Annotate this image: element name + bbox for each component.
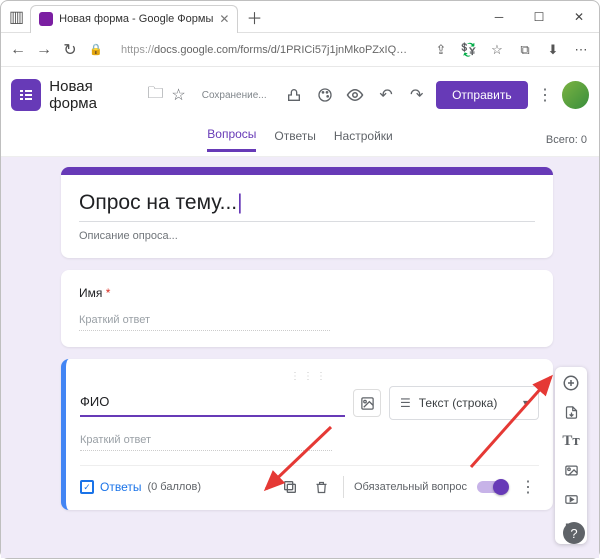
add-photo-button[interactable] — [561, 460, 581, 480]
required-asterisk: * — [106, 286, 111, 300]
downloads-icon[interactable]: ⬇ — [543, 40, 563, 60]
question-title: Имя * — [79, 286, 535, 300]
question-card-1[interactable]: Имя * Краткий ответ — [61, 270, 553, 347]
import-questions-button[interactable] — [561, 402, 581, 422]
form-header-card[interactable]: Опрос на тему... Описание опроса... — [61, 167, 553, 258]
undo-icon[interactable]: ↶ — [375, 83, 398, 107]
preview-icon[interactable] — [344, 83, 367, 107]
duplicate-icon[interactable] — [279, 476, 301, 498]
send-button[interactable]: Отправить — [436, 81, 528, 109]
short-answer-placeholder: Краткий ответ — [80, 434, 332, 451]
pin-icon[interactable]: ☆ — [487, 40, 507, 60]
browser-tab[interactable]: Новая форма - Google Формы ✕ — [30, 5, 238, 33]
back-button[interactable]: ← — [9, 41, 27, 59]
add-video-button[interactable] — [561, 489, 581, 509]
chevron-down-icon: ▾ — [523, 398, 528, 409]
short-answer-placeholder: Краткий ответ — [79, 314, 330, 331]
check-icon: ✓ — [80, 480, 94, 494]
collections-icon[interactable]: ⧉ — [515, 40, 535, 60]
add-image-icon[interactable] — [353, 389, 381, 417]
add-question-button[interactable] — [561, 373, 581, 393]
form-filename[interactable]: Новая форма — [49, 78, 139, 112]
question-type-select[interactable]: ☰ Текст (строка) ▾ — [389, 386, 539, 420]
question-toolbar: Tᴛ — [555, 367, 587, 544]
more-button[interactable]: ⋮ — [536, 85, 555, 105]
forward-button[interactable]: → — [35, 41, 53, 59]
question-type-label: Текст (строка) — [419, 396, 498, 410]
forms-favicon — [39, 12, 53, 26]
tab-questions[interactable]: Вопросы — [207, 127, 256, 152]
redo-icon[interactable]: ↷ — [405, 83, 428, 107]
help-button[interactable]: ? — [563, 522, 585, 544]
tabs-icon[interactable]: ▥ — [9, 7, 24, 27]
tab-responses[interactable]: Ответы — [274, 129, 315, 151]
question-title-input[interactable] — [80, 390, 345, 417]
saving-status: Сохранение... — [202, 90, 267, 101]
star-icon[interactable]: ☆ — [171, 85, 185, 105]
delete-icon[interactable] — [311, 476, 333, 498]
tab-settings[interactable]: Настройки — [334, 129, 393, 151]
add-title-button[interactable]: Tᴛ — [561, 431, 581, 451]
tab-title: Новая форма - Google Формы — [59, 13, 213, 25]
translate-icon[interactable]: 💱 — [459, 40, 479, 60]
responses-total: Всего: 0 — [546, 134, 587, 146]
tab-close-icon[interactable]: ✕ — [219, 12, 229, 26]
forms-logo[interactable] — [11, 79, 41, 111]
account-avatar[interactable] — [562, 81, 588, 109]
question-more-icon[interactable]: ⋮ — [517, 476, 539, 498]
addons-icon[interactable] — [283, 83, 306, 107]
form-title[interactable]: Опрос на тему... — [79, 191, 535, 222]
menu-icon[interactable]: ⋯ — [571, 40, 591, 60]
drag-handle-icon[interactable]: ⋮⋮⋮ — [80, 371, 539, 382]
answer-key-button[interactable]: ✓ Ответы (0 баллов) — [80, 480, 201, 494]
maximize-button[interactable]: ☐ — [519, 1, 559, 33]
address-bar[interactable]: https://docs.google.com/forms/d/1PRICi57… — [113, 40, 423, 60]
minimize-button[interactable]: ─ — [479, 1, 519, 33]
move-folder-icon[interactable]: 🗀 — [147, 82, 163, 109]
short-text-icon: ☰ — [400, 396, 411, 410]
reload-button[interactable]: ↻ — [61, 41, 79, 59]
question-card-2-active[interactable]: ⋮⋮⋮ ☰ Текст (строка) ▾ Краткий ответ ✓ — [61, 359, 553, 510]
required-toggle[interactable] — [477, 481, 507, 493]
palette-icon[interactable] — [313, 83, 336, 107]
share-icon[interactable]: ⇪ — [431, 40, 451, 60]
new-tab-button[interactable]: ＋ — [246, 5, 262, 29]
form-description[interactable]: Описание опроса... — [79, 230, 535, 242]
close-window-button[interactable]: ✕ — [559, 1, 599, 33]
required-label: Обязательный вопрос — [354, 481, 467, 493]
lock-icon[interactable]: 🔒 — [87, 41, 105, 59]
